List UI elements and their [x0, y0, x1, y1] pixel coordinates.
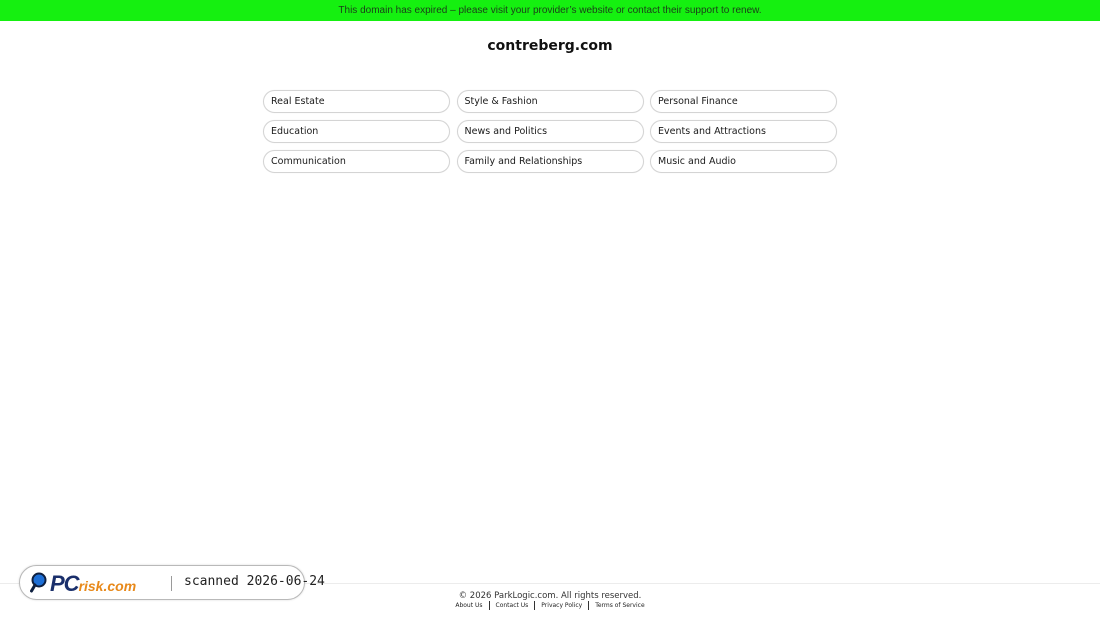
related-link-real-estate[interactable]: Real Estate [263, 90, 450, 113]
badge-divider [171, 576, 172, 591]
related-links-grid: Real Estate Style & Fashion Personal Fin… [263, 90, 837, 173]
expired-message: This domain has expired – please visit y… [338, 5, 762, 16]
magnifier-icon [30, 572, 47, 593]
related-link-style-fashion[interactable]: Style & Fashion [456, 90, 644, 113]
related-link-personal-finance[interactable]: Personal Finance [650, 90, 837, 113]
expired-banner: This domain has expired – please visit y… [0, 0, 1100, 21]
pcrisk-logo-risk: risk.com [78, 578, 137, 594]
related-link-education[interactable]: Education [263, 120, 450, 143]
site-domain-title: contreberg.com [487, 38, 613, 54]
related-link-communication[interactable]: Communication [263, 150, 450, 173]
pcrisk-logo: PCrisk.com [50, 571, 137, 596]
pcrisk-logo-pc: PC [50, 571, 80, 596]
related-link-events-attractions[interactable]: Events and Attractions [650, 120, 837, 143]
scan-date-text: scanned 2026-06-24 [184, 574, 325, 589]
footer-links: About Us Contact Us Privacy Policy Terms… [0, 601, 1100, 610]
footer-link-about-us[interactable]: About Us [449, 601, 488, 610]
banner-trailing-dot: . [747, 5, 750, 16]
footer-link-terms-of-service[interactable]: Terms of Service [589, 601, 650, 610]
related-link-music-audio[interactable]: Music and Audio [650, 150, 837, 173]
footer-link-privacy-policy[interactable]: Privacy Policy [535, 601, 588, 610]
related-link-news-politics[interactable]: News and Politics [456, 120, 644, 143]
related-link-family-relationships[interactable]: Family and Relationships [456, 150, 644, 173]
pcrisk-scan-badge: PCrisk.com scanned 2026-06-24 [19, 565, 325, 600]
footer-link-contact-us[interactable]: Contact Us [490, 601, 535, 610]
